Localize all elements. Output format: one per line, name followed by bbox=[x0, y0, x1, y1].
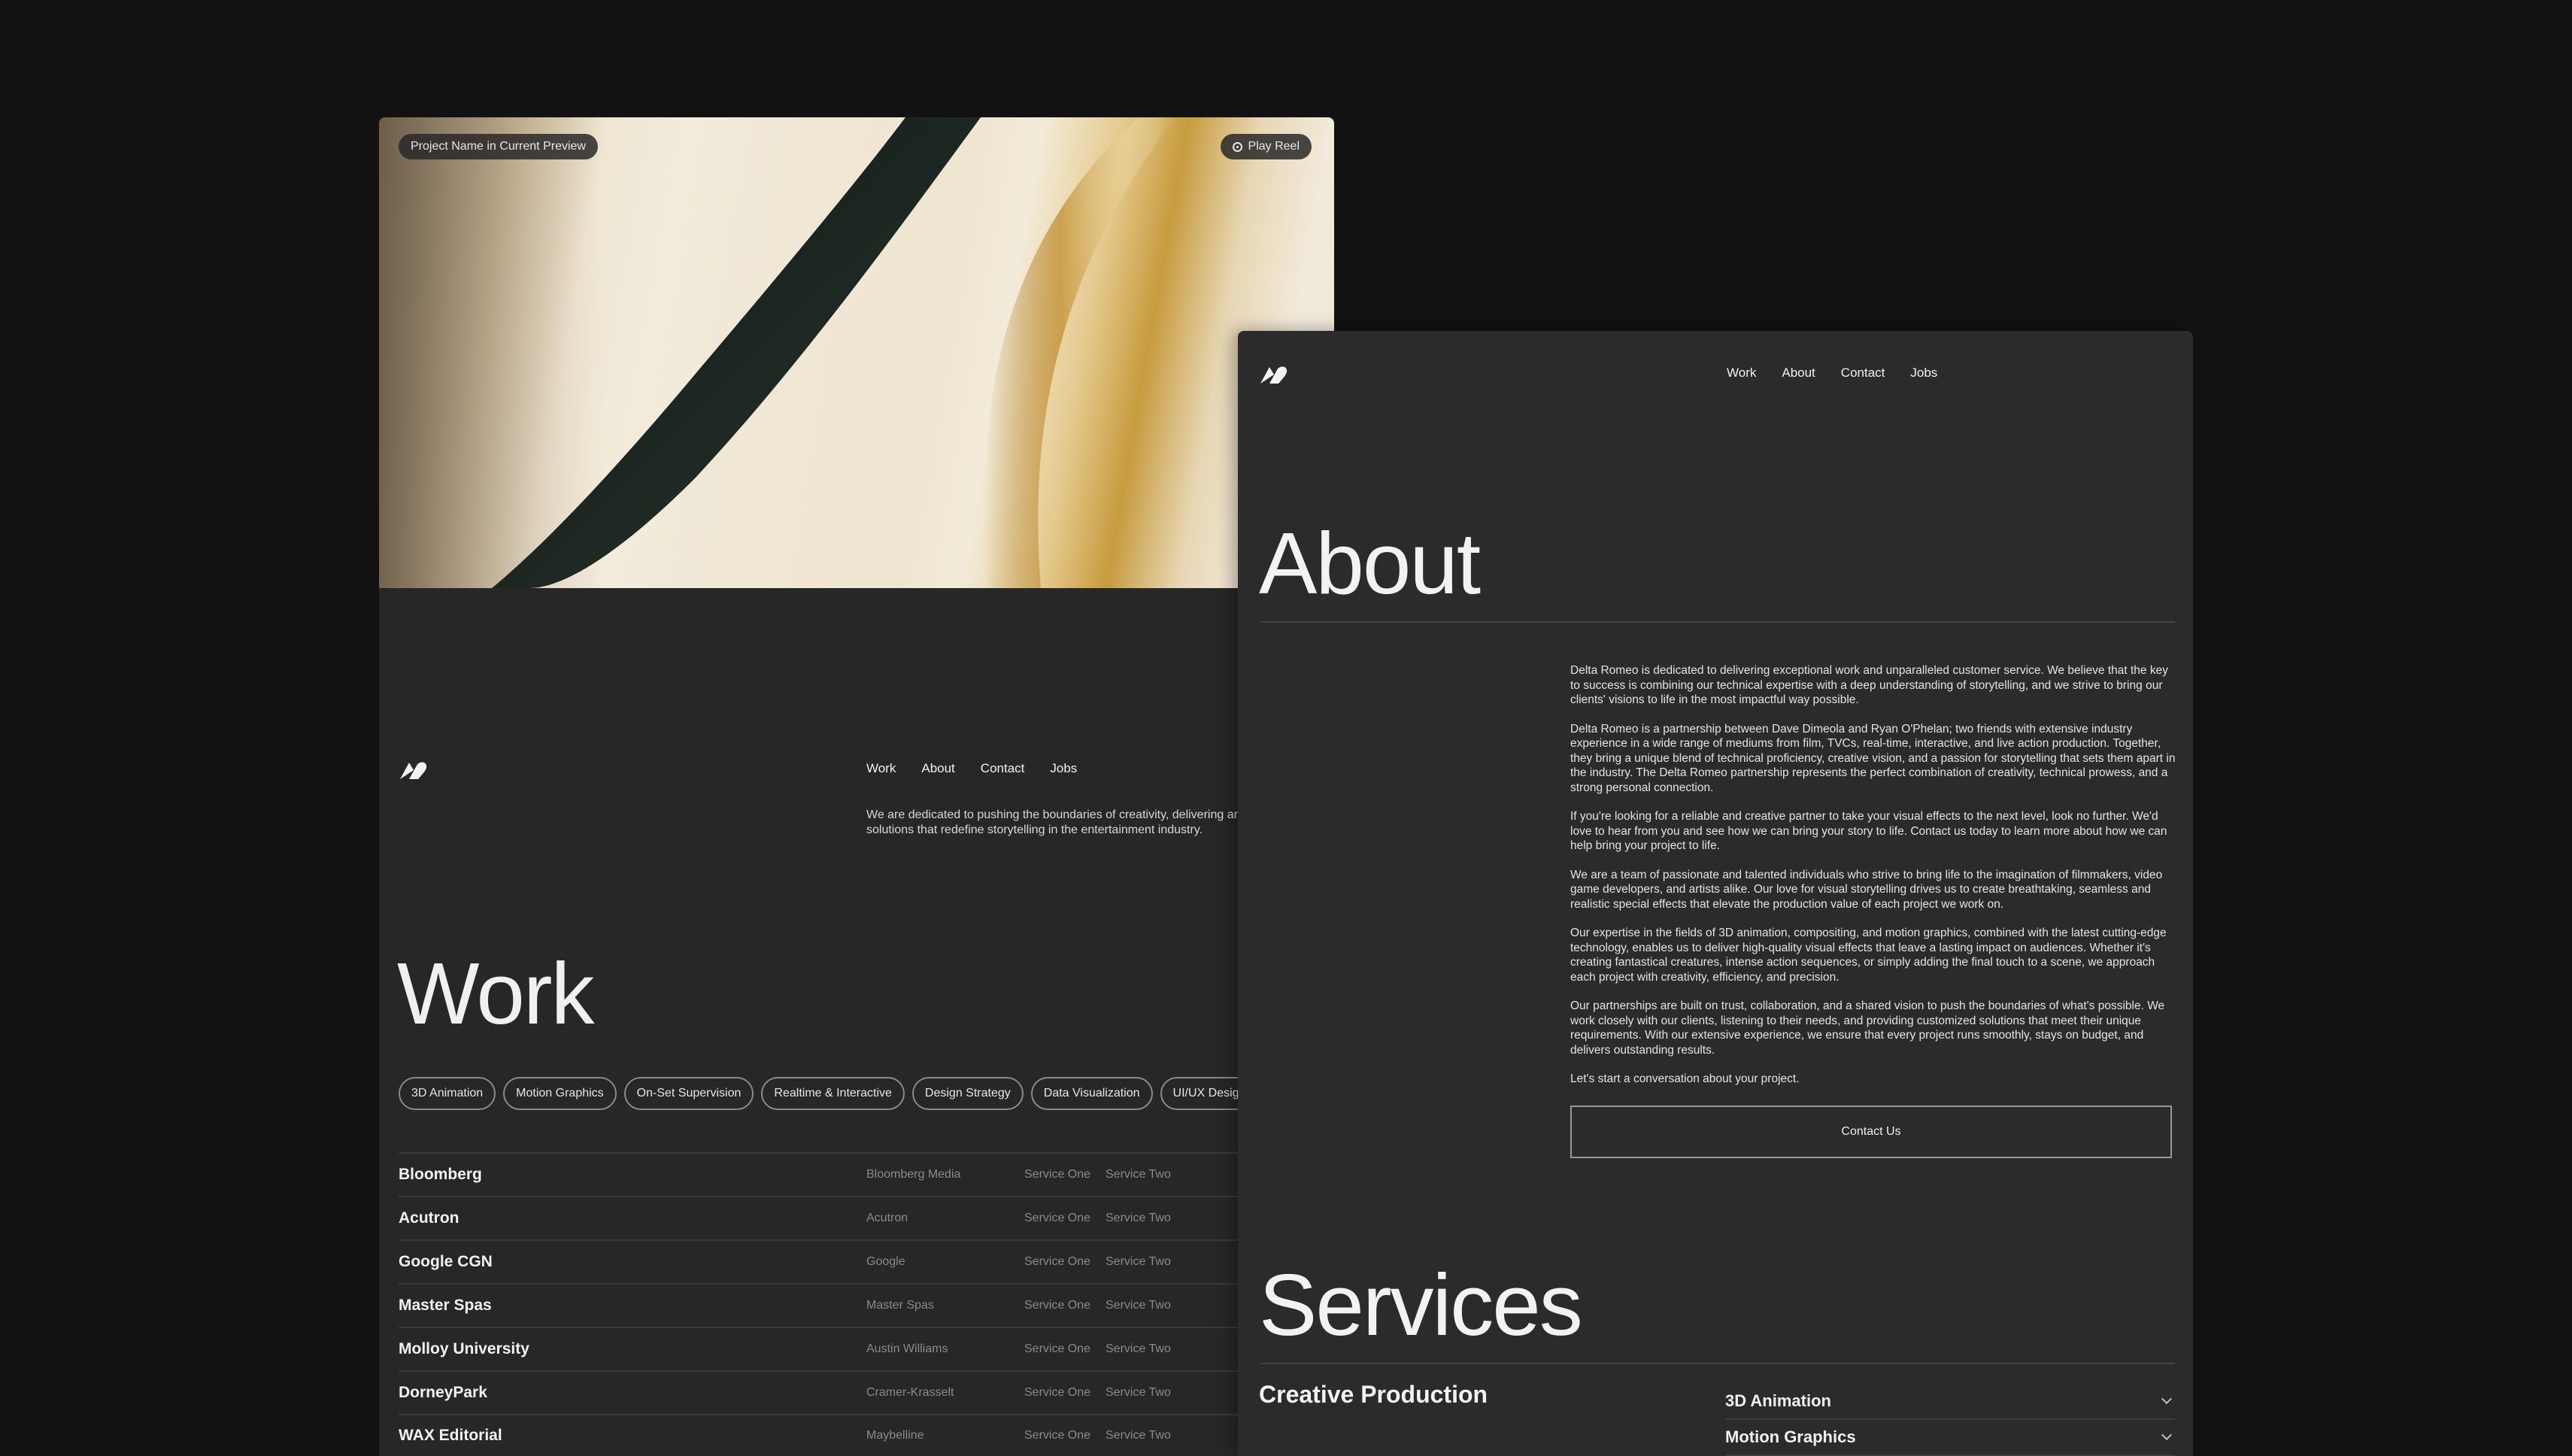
play-reel-label: Play Reel bbox=[1248, 140, 1300, 153]
nav-contact[interactable]: Contact bbox=[1841, 366, 1885, 381]
service-item-motion-graphics[interactable]: Motion Graphics bbox=[1725, 1420, 2175, 1456]
project-name: WAX Editorial bbox=[399, 1427, 502, 1444]
project-name-badge: Project Name in Current Preview bbox=[399, 134, 598, 159]
service-label: 3D Animation bbox=[1725, 1391, 1831, 1410]
tag-design-strategy[interactable]: Design Strategy bbox=[911, 1077, 1024, 1110]
nav-about[interactable]: About bbox=[1782, 366, 1815, 381]
work-main-nav: Work About Contact Jobs bbox=[866, 761, 1077, 776]
chevron-down-icon bbox=[2161, 1429, 2173, 1441]
table-row[interactable]: WAX Editorial Maybelline Service One Ser… bbox=[399, 1414, 1334, 1456]
project-name: Molloy University bbox=[399, 1340, 529, 1357]
table-row[interactable]: Google CGN Google Service One Service Tw… bbox=[399, 1239, 1334, 1283]
play-circle-icon bbox=[1232, 141, 1242, 152]
project-service-one: Service One bbox=[1024, 1299, 1091, 1312]
about-text: Delta Romeo is dedicated to delivering e… bbox=[1570, 663, 2176, 1101]
project-client: Acutron bbox=[866, 1212, 908, 1224]
project-service-one: Service One bbox=[1024, 1342, 1091, 1355]
about-main-nav: Work About Contact Jobs bbox=[1727, 366, 1937, 381]
about-paragraph: Our partnerships are built on trust, col… bbox=[1570, 999, 2165, 1057]
about-page-window: Work About Contact Jobs About Delta Rome… bbox=[1238, 331, 2193, 1456]
project-service-one: Service One bbox=[1024, 1168, 1091, 1181]
table-row[interactable]: Master Spas Master Spas Service One Serv… bbox=[399, 1283, 1334, 1327]
service-label: Motion Graphics bbox=[1725, 1427, 1856, 1446]
tag-on-set-supervision[interactable]: On-Set Supervision bbox=[623, 1077, 754, 1110]
table-row[interactable]: Bloomberg Bloomberg Media Service One Se… bbox=[399, 1152, 1334, 1196]
play-reel-button[interactable]: Play Reel bbox=[1220, 134, 1312, 159]
nav-jobs[interactable]: Jobs bbox=[1910, 366, 1937, 381]
project-service-one: Service One bbox=[1024, 1429, 1091, 1442]
project-service-two: Service Two bbox=[1106, 1255, 1171, 1268]
work-page-window: Project Name in Current Preview Play Ree… bbox=[379, 117, 1334, 1456]
chevron-down-icon bbox=[2161, 1393, 2173, 1405]
delta-romeo-logo-icon[interactable] bbox=[1259, 362, 1289, 385]
about-paragraph: Delta Romeo is dedicated to delivering e… bbox=[1570, 664, 2168, 706]
project-list: Bloomberg Bloomberg Media Service One Se… bbox=[399, 1152, 1334, 1456]
divider bbox=[1260, 1363, 2175, 1364]
about-paragraph: We are a team of passionate and talented… bbox=[1570, 868, 2163, 911]
services-accordion: 3D Animation Motion Graphics bbox=[1725, 1384, 2175, 1456]
project-name: Master Spas bbox=[399, 1297, 492, 1314]
project-service-one: Service One bbox=[1024, 1212, 1091, 1224]
work-filter-tags: 3D Animation Motion Graphics On-Set Supe… bbox=[399, 1077, 1259, 1110]
nav-work[interactable]: Work bbox=[866, 761, 896, 776]
about-paragraph: Delta Romeo is a partnership between Dav… bbox=[1570, 722, 2176, 794]
project-service-two: Service Two bbox=[1106, 1429, 1171, 1442]
project-client: Google bbox=[866, 1255, 905, 1268]
project-name: Google CGN bbox=[399, 1253, 493, 1270]
project-client: Cramer-Krasselt bbox=[866, 1386, 954, 1399]
about-paragraph: Our expertise in the fields of 3D animat… bbox=[1570, 927, 2167, 984]
table-row[interactable]: Molloy University Austin Williams Servic… bbox=[399, 1327, 1334, 1370]
project-client: Maybelline bbox=[866, 1429, 924, 1442]
nav-jobs[interactable]: Jobs bbox=[1050, 761, 1077, 776]
project-service-two: Service Two bbox=[1106, 1386, 1171, 1399]
nav-work[interactable]: Work bbox=[1727, 366, 1756, 381]
project-service-two: Service Two bbox=[1106, 1168, 1171, 1181]
nav-contact[interactable]: Contact bbox=[981, 761, 1025, 776]
project-service-one: Service One bbox=[1024, 1255, 1091, 1268]
tag-realtime-interactive[interactable]: Realtime & Interactive bbox=[761, 1077, 905, 1110]
delta-romeo-logo-icon[interactable] bbox=[399, 758, 429, 781]
table-row[interactable]: Acutron Acutron Service One Service Two bbox=[399, 1196, 1334, 1239]
divider bbox=[1260, 621, 2175, 623]
tag-data-visualization[interactable]: Data Visualization bbox=[1030, 1077, 1153, 1110]
hero-preview[interactable]: Project Name in Current Preview Play Ree… bbox=[379, 117, 1334, 588]
project-client: Austin Williams bbox=[866, 1342, 948, 1355]
project-client: Master Spas bbox=[866, 1299, 934, 1312]
services-group-title: Creative Production bbox=[1259, 1381, 1488, 1408]
project-name: Acutron bbox=[399, 1209, 460, 1227]
service-item-3d-animation[interactable]: 3D Animation bbox=[1725, 1384, 2175, 1420]
project-name: Bloomberg bbox=[399, 1166, 482, 1183]
project-service-two: Service Two bbox=[1106, 1342, 1171, 1355]
project-service-two: Service Two bbox=[1106, 1212, 1171, 1224]
tag-motion-graphics[interactable]: Motion Graphics bbox=[503, 1077, 617, 1110]
services-heading: Services bbox=[1259, 1256, 1583, 1354]
table-row[interactable]: DorneyPark Cramer-Krasselt Service One S… bbox=[399, 1370, 1334, 1414]
page-title: Work bbox=[397, 945, 595, 1042]
about-paragraph: If you're looking for a reliable and cre… bbox=[1570, 810, 2167, 852]
project-service-two: Service Two bbox=[1106, 1299, 1171, 1312]
tag-3d-animation[interactable]: 3D Animation bbox=[399, 1077, 496, 1110]
contact-us-button[interactable]: Contact Us bbox=[1570, 1106, 2172, 1158]
nav-about[interactable]: About bbox=[921, 761, 954, 776]
project-name: DorneyPark bbox=[399, 1384, 487, 1401]
project-service-one: Service One bbox=[1024, 1386, 1091, 1399]
hero-abstract-image bbox=[379, 117, 1176, 588]
about-paragraph: Let's start a conversation about your pr… bbox=[1570, 1072, 1800, 1085]
page-title: About bbox=[1259, 514, 1481, 612]
project-client: Bloomberg Media bbox=[866, 1168, 961, 1181]
